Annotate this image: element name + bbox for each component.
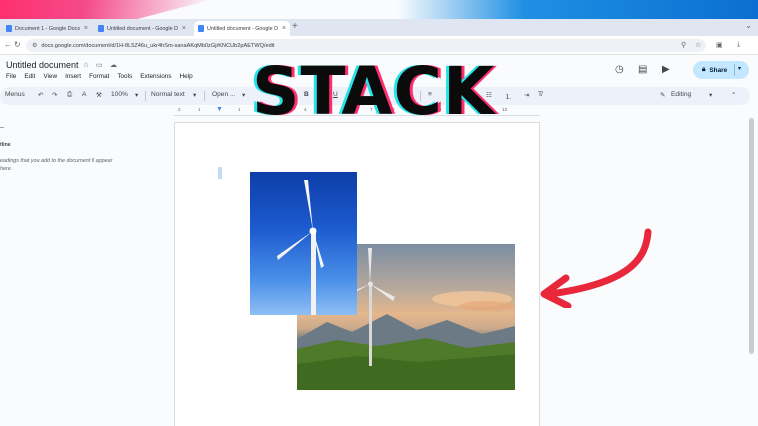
menu-file[interactable]: File (6, 73, 16, 80)
tab-title: Untitled document - Google D (207, 25, 279, 32)
menu-tools[interactable]: Tools (117, 73, 132, 80)
comment-icon[interactable]: ▤ (638, 64, 647, 75)
spellcheck-icon[interactable]: A (82, 91, 86, 98)
vertical-scrollbar[interactable] (749, 118, 754, 354)
mode-select[interactable]: Editing (671, 91, 691, 98)
chevron-down-icon[interactable]: ▾ (242, 91, 245, 99)
history-icon[interactable]: ◷ (615, 64, 624, 75)
document-title[interactable]: Untitled document (6, 60, 79, 70)
zoom-icon[interactable]: ⚲ (681, 41, 686, 49)
ruler-number: 13 (502, 107, 508, 112)
reload-icon[interactable]: ↻ (14, 40, 21, 49)
indent-icon[interactable]: ⇥ (524, 91, 530, 99)
docs-favicon-icon (198, 25, 204, 32)
redo-icon[interactable]: ↷ (52, 91, 58, 99)
menu-bar: File Edit View Insert Format Tools Exten… (6, 73, 193, 80)
outline-title: tline (0, 142, 11, 148)
style-select[interactable]: Normal text (151, 91, 185, 98)
browser-tab[interactable]: Untitled document - Google D × (94, 21, 190, 36)
menus-button[interactable]: Menus (5, 91, 25, 98)
chevron-down-icon[interactable]: ▾ (738, 65, 741, 72)
indent-marker-icon[interactable]: ▼ (216, 106, 223, 113)
undo-icon[interactable]: ↶ (38, 91, 44, 99)
clear-formatting-icon[interactable]: T̸ (538, 91, 542, 98)
menu-edit[interactable]: Edit (24, 73, 35, 80)
toolbar-divider (145, 91, 146, 101)
chevron-down-icon[interactable]: ▾ (709, 91, 712, 99)
screen: Document 1 - Google Docs × Untitled docu… (0, 0, 758, 426)
chevron-down-icon[interactable]: ▾ (193, 91, 196, 99)
back-icon[interactable]: ← (4, 40, 12, 49)
font-select[interactable]: Open ... (212, 91, 235, 98)
menu-extensions[interactable]: Extensions (140, 73, 171, 80)
docs-favicon-icon (6, 25, 12, 32)
cloud-status-icon[interactable]: ☁ (110, 61, 117, 69)
plus-icon[interactable]: + (292, 21, 298, 32)
ruler-number: 1 (238, 107, 241, 112)
zoom-select[interactable]: 100% (111, 91, 128, 98)
menu-help[interactable]: Help (180, 73, 193, 80)
star-icon[interactable]: ☆ (83, 61, 89, 69)
extensions-icon[interactable]: ▣ (716, 41, 723, 49)
numbered-list-icon[interactable]: ⒈ (505, 91, 512, 101)
close-icon[interactable]: × (282, 25, 286, 32)
share-label: Share (709, 66, 728, 74)
chevron-up-icon[interactable]: ⌃ (731, 91, 737, 99)
url-bar[interactable]: ⚙ docs.google.com/document/d/1H-8L5Z46u_… (26, 39, 706, 52)
headline-overlay: STACK (252, 53, 496, 130)
share-button[interactable]: 🔒︎ Share ▾ (693, 61, 749, 79)
browser-tab-active[interactable]: Untitled document - Google D × (194, 21, 290, 36)
browser-tab[interactable]: Document 1 - Google Docs × (2, 21, 92, 36)
edit-pencil-icon: ✎ (660, 92, 666, 99)
url-text: docs.google.com/document/d/1H-8L5Z46u_uk… (41, 42, 275, 49)
browser-tab-strip: Document 1 - Google Docs × Untitled docu… (0, 19, 758, 36)
share-divider (734, 64, 735, 76)
turbine-illustration (277, 180, 324, 315)
arrow-left-icon[interactable]: – (0, 124, 4, 131)
ruler-number: 2 (178, 107, 181, 112)
site-info-icon[interactable]: ⚙ (32, 42, 37, 49)
tab-title: Document 1 - Google Docs (15, 25, 81, 32)
chevron-down-icon[interactable]: ⌄ (745, 21, 752, 30)
menu-view[interactable]: View (43, 73, 57, 80)
menu-insert[interactable]: Insert (65, 73, 81, 80)
red-arrow-icon (540, 228, 652, 308)
blue-sky-wind-turbine-image[interactable] (250, 172, 357, 315)
chevron-down-icon[interactable]: ▾ (135, 91, 138, 99)
bookmark-star-icon[interactable]: ☆ (695, 41, 701, 49)
docs-favicon-icon (98, 25, 104, 32)
outline-description: eadings that you add to the document ll … (0, 158, 113, 172)
move-folder-icon[interactable]: ▭ (96, 61, 103, 69)
close-icon[interactable]: × (182, 25, 186, 32)
video-icon[interactable]: ▶ (662, 64, 670, 75)
menu-format[interactable]: Format (89, 73, 109, 80)
print-icon[interactable]: ⎙ (67, 91, 72, 99)
toolbar-divider (204, 91, 205, 101)
download-icon[interactable]: ⤓ (737, 41, 740, 49)
tab-title: Untitled document - Google D (107, 25, 179, 32)
close-icon[interactable]: × (84, 25, 88, 32)
paint-format-icon[interactable]: ⚒ (96, 91, 102, 99)
ruler-number: 1 (198, 107, 201, 112)
text-cursor (218, 167, 222, 179)
lock-icon: 🔒︎ (702, 66, 706, 73)
